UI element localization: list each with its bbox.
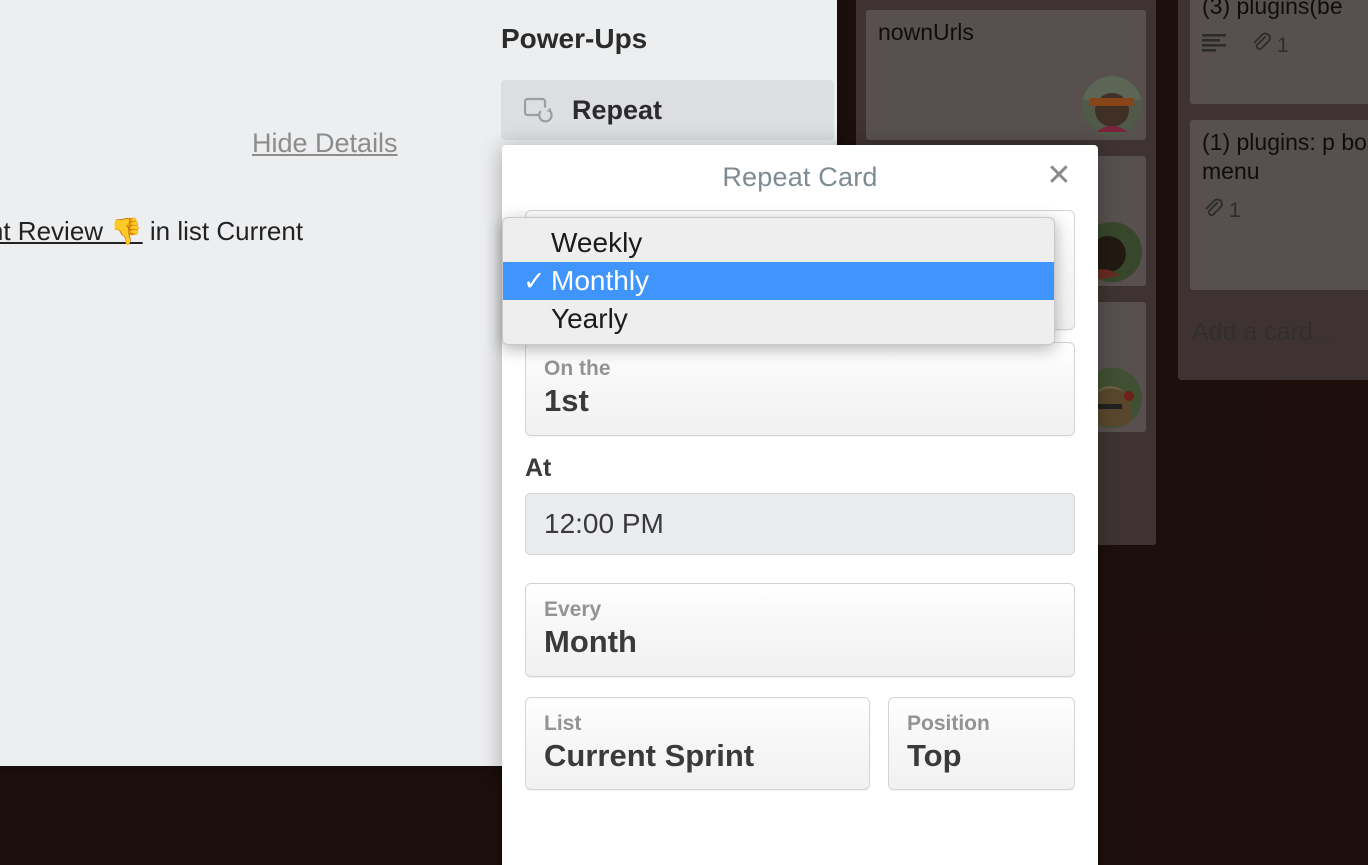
activity-entry: print Review 👎 in list Current [0,216,303,247]
position-select-value: Top [907,737,962,773]
add-a-card-button[interactable]: Add a card… [1192,318,1338,347]
on-the-select[interactable]: On the 1st [525,342,1075,436]
on-the-select-value: 1st [544,383,589,419]
attachment-icon [1250,31,1272,61]
list-select-value: Current Sprint [544,737,755,773]
position-select[interactable]: Position Top [888,696,1075,791]
modal-title: Repeat Card [722,162,878,192]
attachment-count: 1 [1229,199,1241,223]
close-icon[interactable]: ✕ [1046,161,1072,191]
powerups-heading: Power-Ups [501,23,648,54]
attachment-count: 1 [1277,33,1289,57]
repeat-powerup-button[interactable]: Repeat [501,80,834,140]
board-list-right[interactable]: (3) plugins(be 1 (1) plugins: p bo menu … [1178,0,1368,380]
description-icon [1202,33,1226,60]
card-title: (3) plugins(be [1202,0,1343,19]
activity-suffix: in list Current [142,216,304,246]
card-title: (1) plugins: p board menu [1202,129,1368,185]
position-select-label: Position [907,711,990,735]
dropdown-option-weekly[interactable]: Weekly [503,224,1054,262]
activity-card-link[interactable]: print Review 👎 [0,216,143,246]
repeat-icon [524,97,554,123]
card-badges: 1 [1202,31,1368,61]
list-select[interactable]: List Current Sprint [525,696,870,791]
dropdown-option-label: Monthly [551,265,650,296]
dropdown-option-label: Weekly [551,227,643,258]
list-item[interactable]: (1) plugins: p board menu 1 [1190,120,1368,290]
every-select-value: Month [544,624,637,660]
modal-header: Repeat Card ✕ [502,145,1098,210]
frequency-dropdown-menu[interactable]: Weekly ✓ Monthly Yearly [502,217,1055,345]
every-select-label: Every [544,597,602,621]
repeat-powerup-label: Repeat [572,94,663,125]
check-icon: ✓ [523,265,546,297]
list-item[interactable]: (3) plugins(be 1 [1190,0,1368,104]
on-the-select-label: On the [544,357,611,380]
attachment-icon [1202,197,1224,227]
at-label: At [525,453,552,482]
list-item[interactable]: nownUrls [866,10,1146,140]
dropdown-option-monthly[interactable]: ✓ Monthly [503,262,1054,300]
card-title: nownUrls [878,19,974,45]
at-time-input[interactable]: 12:00 PM [525,492,1075,555]
hide-details-link[interactable]: Hide Details [252,128,398,159]
dropdown-option-label: Yearly [551,303,628,334]
list-position-row: List Current Sprint Position Top [525,696,1075,791]
dropdown-option-yearly[interactable]: Yearly [503,300,1054,338]
card-badges: 1 [1202,197,1368,227]
list-select-label: List [544,711,582,735]
every-select[interactable]: Every Month [525,582,1075,677]
screen: nownUrls (3) plugins(be 1 (1) plugins: p… [0,0,1368,865]
avatar[interactable] [1082,76,1142,136]
